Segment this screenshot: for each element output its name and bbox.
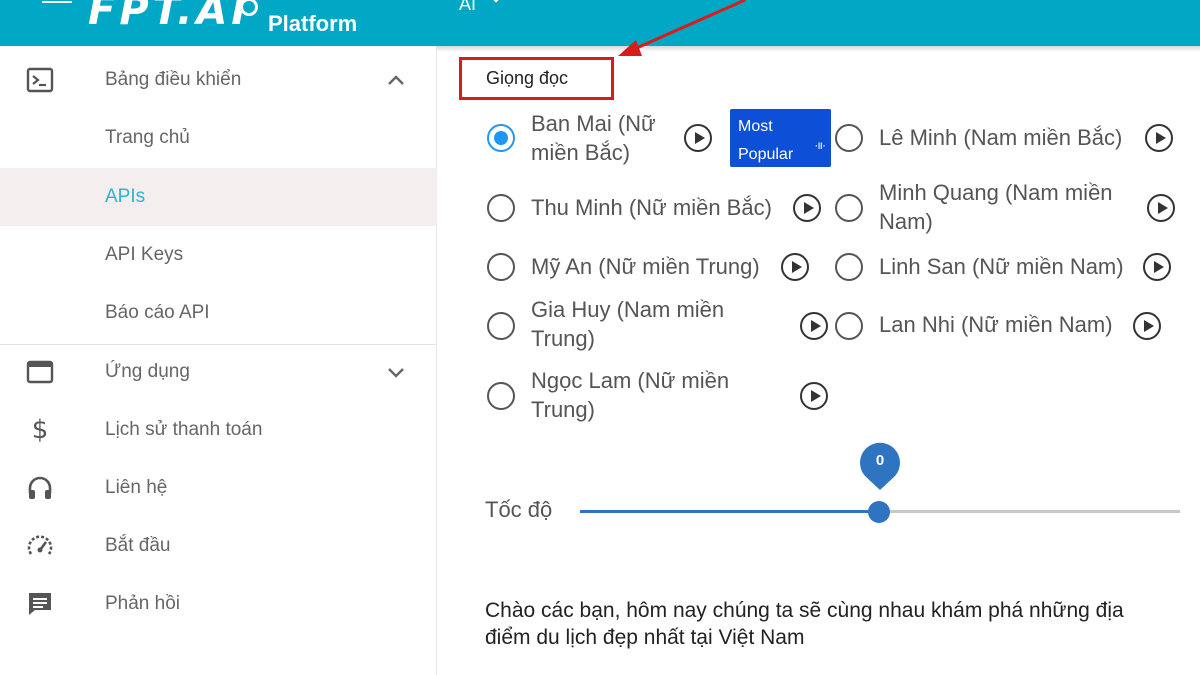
voice-label-line: miền Bắc) — [531, 140, 631, 165]
window-icon — [26, 358, 54, 386]
sidebar-item-apis[interactable]: APIs — [0, 168, 437, 226]
voice-radio-linh-san[interactable] — [835, 253, 863, 281]
speed-value: 0 — [875, 452, 885, 469]
voice-label-line: Ban Mai (Nữ — [531, 111, 656, 136]
sidebar-item-label: APIs — [105, 186, 146, 207]
voice-label: Lê Minh (Nam miền Bắc) — [879, 125, 1123, 150]
sidebar-header: FPT.AI Platform — [0, 0, 437, 46]
voice-label-line: Trung) — [531, 326, 595, 351]
audio-wave-icon: ·ıı· — [814, 138, 826, 152]
hamburger-menu-icon[interactable] — [42, 0, 72, 10]
sidebar-item-label: Trang chủ — [105, 127, 190, 148]
play-icon[interactable] — [1143, 253, 1171, 281]
voice-label: Lan Nhi (Nữ miền Nam) — [879, 312, 1113, 337]
voice-label: Thu Minh (Nữ miền Bắc) — [531, 195, 772, 220]
sidebar-item-applications[interactable]: Ứng dụng — [0, 343, 437, 401]
speed-slider-thumb[interactable] — [868, 501, 890, 523]
top-bar: AI — [437, 0, 1200, 46]
sidebar: FPT.AI Platform Bảng điều khiển Trang ch… — [0, 0, 437, 675]
play-icon[interactable] — [1147, 194, 1175, 222]
voice-label-line: Ngọc Lam (Nữ miền — [531, 368, 730, 393]
dollar-icon: $ — [31, 415, 49, 445]
voice-label-line: Nam) — [879, 209, 933, 234]
voice-label-line: Minh Quang (Nam miền — [879, 180, 1113, 205]
play-icon[interactable] — [800, 312, 828, 340]
sidebar-item-label: API Keys — [105, 244, 184, 265]
voice-radio-ban-mai[interactable] — [487, 124, 515, 152]
speedometer-icon — [26, 532, 54, 560]
voice-radio-minh-quang[interactable] — [835, 194, 863, 222]
top-bar-shadow — [437, 46, 1200, 52]
sidebar-item-label: Ứng dụng — [105, 361, 190, 382]
voice-radio-ngoc-lam[interactable] — [487, 382, 515, 410]
sidebar-item-label: Bảng điều khiển — [105, 69, 242, 90]
sidebar-item-api-keys[interactable]: API Keys — [0, 226, 437, 284]
voice-radio-lan-nhi[interactable] — [835, 312, 863, 340]
play-icon[interactable] — [793, 194, 821, 222]
chevron-up-icon[interactable] — [385, 69, 407, 91]
fpt-ai-logo[interactable]: FPT.AI — [88, 0, 250, 34]
sidebar-item-home[interactable]: Trang chủ — [0, 109, 437, 167]
speed-slider-fill — [580, 510, 880, 513]
play-icon[interactable] — [684, 124, 712, 152]
voice-radio-gia-huy[interactable] — [487, 312, 515, 340]
sample-text-input[interactable]: Chào các bạn, hôm nay chúng ta sẽ cùng n… — [485, 597, 1175, 651]
voice-section-title: Giọng đọc — [459, 57, 614, 100]
sidebar-item-label: Báo cáo API — [105, 302, 210, 323]
terminal-icon — [26, 66, 54, 94]
play-icon[interactable] — [781, 253, 809, 281]
play-icon[interactable] — [1145, 124, 1173, 152]
platform-label: Platform — [268, 11, 358, 36]
chevron-down-icon[interactable] — [489, 0, 503, 6]
sidebar-item-label: Bắt đầu — [105, 535, 171, 556]
voice-label: Mỹ An (Nữ miền Trung) — [531, 254, 760, 279]
sidebar-item-label: Liên hệ — [105, 477, 168, 498]
sidebar-item-payment-history[interactable]: $ Lịch sử thanh toán — [0, 401, 437, 459]
sidebar-item-feedback[interactable]: Phản hồi — [0, 575, 437, 633]
voice-radio-my-an[interactable] — [487, 253, 515, 281]
voice-radio-le-minh[interactable] — [835, 124, 863, 152]
speed-label: Tốc độ — [485, 497, 553, 522]
voice-label-line: Gia Huy (Nam miền — [531, 297, 725, 322]
logo-dot-icon — [240, 0, 258, 16]
sidebar-item-label: Phản hồi — [105, 593, 181, 614]
play-icon[interactable] — [800, 382, 828, 410]
play-icon[interactable] — [1133, 312, 1161, 340]
top-bar-product-menu[interactable]: AI — [459, 0, 476, 15]
sidebar-item-contact[interactable]: Liên hệ — [0, 459, 437, 517]
sidebar-item-label: Lịch sử thanh toán — [105, 419, 263, 440]
voice-radio-thu-minh[interactable] — [487, 194, 515, 222]
voice-label: Linh San (Nữ miền Nam) — [879, 254, 1124, 279]
chevron-down-icon[interactable] — [385, 361, 407, 383]
sidebar-item-get-started[interactable]: Bắt đầu — [0, 517, 437, 575]
headphones-icon — [26, 474, 54, 502]
message-icon — [26, 590, 54, 618]
most-popular-badge: Most Popular ·ıı· — [730, 109, 831, 167]
voice-label-line: Trung) — [531, 397, 595, 422]
sidebar-item-api-report[interactable]: Báo cáo API — [0, 284, 437, 342]
sidebar-item-dashboard[interactable]: Bảng điều khiển — [0, 51, 437, 109]
